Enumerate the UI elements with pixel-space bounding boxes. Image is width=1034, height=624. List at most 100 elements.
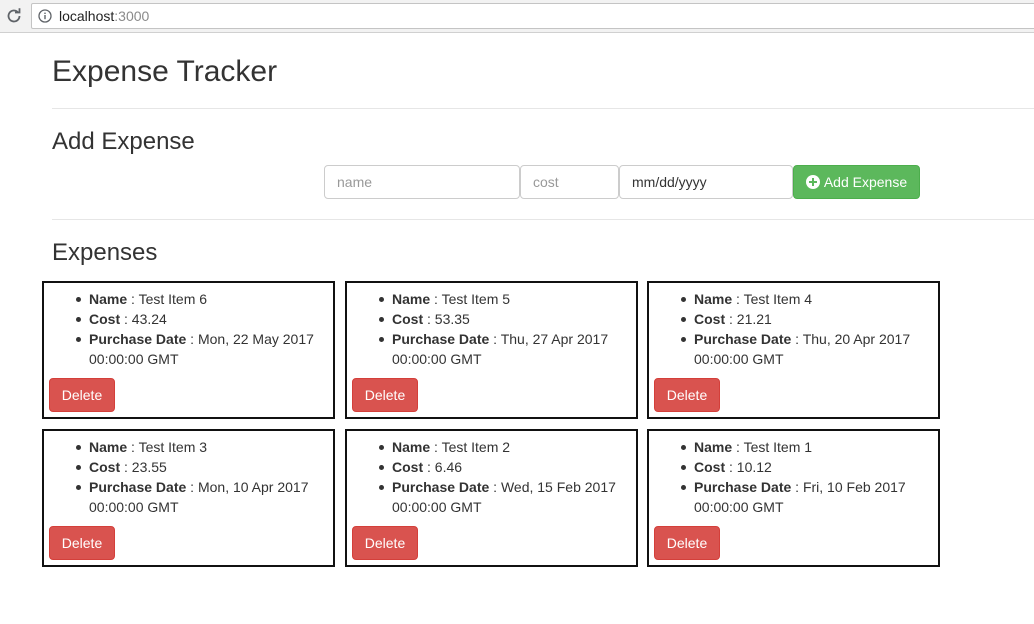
plus-circle-icon	[805, 175, 820, 189]
date-input[interactable]	[619, 165, 793, 199]
date-label: Purchase Date	[392, 331, 490, 347]
delete-button[interactable]: Delete	[352, 378, 418, 412]
delete-button[interactable]: Delete	[49, 378, 115, 412]
expense-details: Name : Test Item 5 Cost : 53.35 Purchase…	[379, 289, 627, 369]
name-label: Name	[694, 439, 733, 455]
field-separator: :	[120, 311, 132, 327]
expense-details: Name : Test Item 6 Cost : 43.24 Purchase…	[76, 289, 324, 369]
delete-button[interactable]: Delete	[352, 526, 418, 560]
name-label: Name	[89, 291, 128, 307]
expense-cost: 23.55	[131, 459, 167, 475]
cost-label: Cost	[392, 459, 424, 475]
name-label: Name	[392, 439, 431, 455]
expense-cost: 10.12	[736, 459, 772, 475]
cost-label: Cost	[89, 459, 121, 475]
expense-cost-row: Cost : 10.12	[681, 457, 929, 477]
cost-label: Cost	[392, 311, 424, 327]
field-separator: :	[127, 439, 139, 455]
date-label: Purchase Date	[89, 331, 187, 347]
expense-name-row: Name : Test Item 4	[681, 289, 929, 309]
add-expense-heading: Add Expense	[52, 128, 195, 155]
expense-cost: 21.21	[736, 311, 772, 327]
expense-card: Name : Test Item 5 Cost : 53.35 Purchase…	[345, 281, 638, 419]
expense-cost: 53.35	[434, 311, 470, 327]
expense-name: Test Item 5	[441, 291, 511, 307]
cost-label: Cost	[694, 459, 726, 475]
cost-input[interactable]	[520, 165, 619, 199]
expense-card: Name : Test Item 4 Cost : 21.21 Purchase…	[647, 281, 940, 419]
field-separator: :	[186, 331, 198, 347]
expense-date-row: Purchase Date : Mon, 10 Apr 2017 00:00:0…	[76, 477, 324, 517]
expense-cost-row: Cost : 43.24	[76, 309, 324, 329]
name-input[interactable]	[324, 165, 520, 199]
expense-card: Name : Test Item 3 Cost : 23.55 Purchase…	[42, 429, 335, 567]
field-separator: :	[120, 459, 132, 475]
delete-button[interactable]: Delete	[654, 378, 720, 412]
expense-cost-row: Cost : 6.46	[379, 457, 627, 477]
expense-details: Name : Test Item 2 Cost : 6.46 Purchase …	[379, 437, 627, 517]
field-separator: :	[489, 479, 501, 495]
expense-date-row: Purchase Date : Fri, 10 Feb 2017 00:00:0…	[681, 477, 929, 517]
field-separator: :	[186, 479, 198, 495]
browser-toolbar: localhost:3000	[0, 0, 1034, 33]
expense-name-row: Name : Test Item 5	[379, 289, 627, 309]
expense-name: Test Item 6	[138, 291, 208, 307]
expense-name: Test Item 4	[743, 291, 813, 307]
expense-card: Name : Test Item 6 Cost : 43.24 Purchase…	[42, 281, 335, 419]
expense-name: Test Item 3	[138, 439, 208, 455]
field-separator: :	[127, 291, 139, 307]
page-title: Expense Tracker	[52, 55, 278, 88]
expense-card: Name : Test Item 1 Cost : 10.12 Purchase…	[647, 429, 940, 567]
expense-date-row: Purchase Date : Mon, 22 May 2017 00:00:0…	[76, 329, 324, 369]
expense-cost-row: Cost : 23.55	[76, 457, 324, 477]
name-label: Name	[694, 291, 733, 307]
field-separator: :	[423, 459, 435, 475]
field-separator: :	[430, 439, 442, 455]
expense-cost-row: Cost : 53.35	[379, 309, 627, 329]
field-separator: :	[725, 311, 737, 327]
expense-cost-row: Cost : 21.21	[681, 309, 929, 329]
header-divider	[52, 108, 1034, 109]
expense-cost: 6.46	[434, 459, 463, 475]
expense-details: Name : Test Item 4 Cost : 21.21 Purchase…	[681, 289, 929, 369]
reload-icon[interactable]	[5, 7, 23, 25]
delete-button[interactable]: Delete	[49, 526, 115, 560]
expense-details: Name : Test Item 1 Cost : 10.12 Purchase…	[681, 437, 929, 517]
expense-date-row: Purchase Date : Thu, 27 Apr 2017 00:00:0…	[379, 329, 627, 369]
field-separator: :	[725, 459, 737, 475]
cost-label: Cost	[694, 311, 726, 327]
expense-date-row: Purchase Date : Wed, 15 Feb 2017 00:00:0…	[379, 477, 627, 517]
url-host: localhost	[59, 8, 115, 24]
date-label: Purchase Date	[392, 479, 490, 495]
name-label: Name	[392, 291, 431, 307]
add-expense-button[interactable]: Add Expense	[793, 165, 920, 199]
field-separator: :	[430, 291, 442, 307]
date-label: Purchase Date	[694, 331, 792, 347]
address-bar[interactable]: localhost:3000	[31, 3, 1034, 29]
expense-name: Test Item 2	[441, 439, 511, 455]
date-label: Purchase Date	[89, 479, 187, 495]
section-divider	[52, 219, 1034, 220]
add-expense-label: Add Expense	[823, 174, 908, 190]
expense-details: Name : Test Item 3 Cost : 23.55 Purchase…	[76, 437, 324, 517]
info-icon[interactable]	[38, 9, 52, 23]
expense-card: Name : Test Item 2 Cost : 6.46 Purchase …	[345, 429, 638, 567]
field-separator: :	[423, 311, 435, 327]
field-separator: :	[791, 479, 803, 495]
expense-name-row: Name : Test Item 2	[379, 437, 627, 457]
expense-name-row: Name : Test Item 3	[76, 437, 324, 457]
expense-name-row: Name : Test Item 6	[76, 289, 324, 309]
field-separator: :	[791, 331, 803, 347]
field-separator: :	[732, 439, 744, 455]
expense-cost: 43.24	[131, 311, 167, 327]
field-separator: :	[732, 291, 744, 307]
url-port: :3000	[114, 8, 150, 24]
name-label: Name	[89, 439, 128, 455]
delete-button[interactable]: Delete	[654, 526, 720, 560]
expense-name: Test Item 1	[743, 439, 813, 455]
expenses-heading: Expenses	[52, 239, 158, 266]
field-separator: :	[489, 331, 501, 347]
expense-date-row: Purchase Date : Thu, 20 Apr 2017 00:00:0…	[681, 329, 929, 369]
cost-label: Cost	[89, 311, 121, 327]
date-label: Purchase Date	[694, 479, 792, 495]
